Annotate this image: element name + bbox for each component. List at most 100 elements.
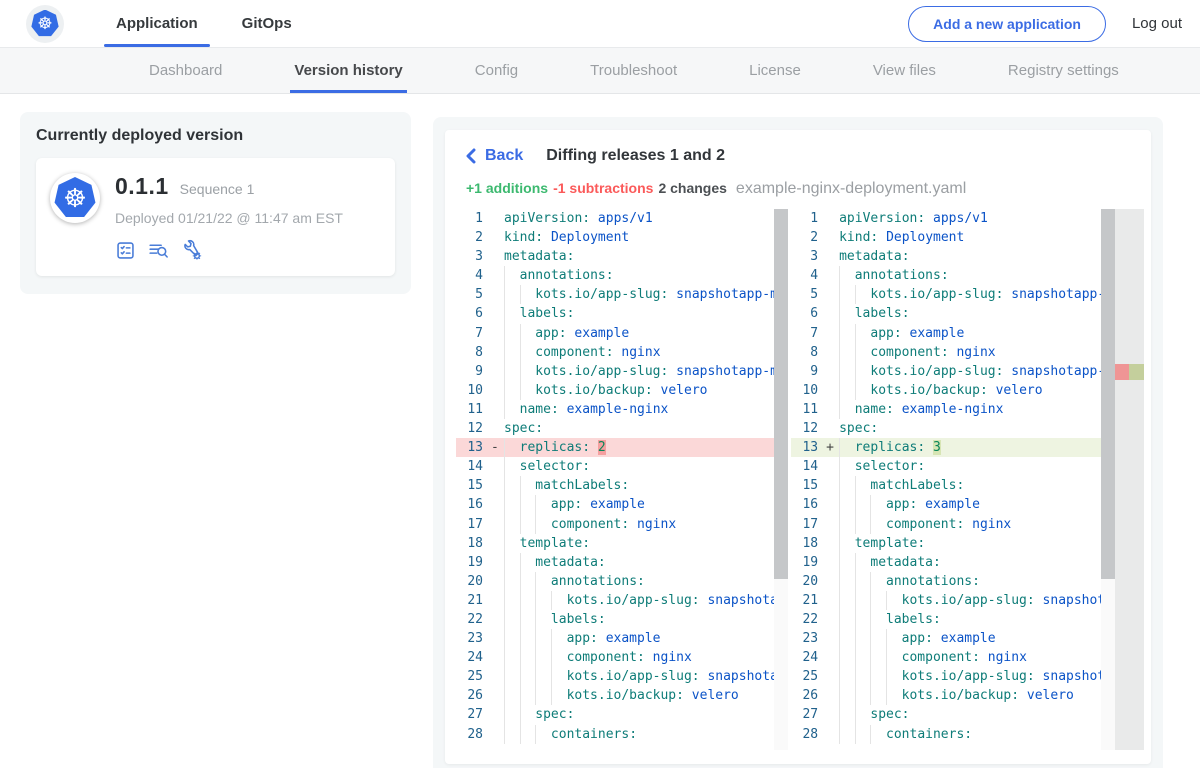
app-icon: ☸ [50,173,100,223]
code-line: 19metadata: [456,553,788,572]
code-line: 6labels: [791,304,1144,323]
code-line: 12spec: [456,419,788,438]
subtractions-count: -1 subtractions [553,180,653,196]
deployed-card-title: Currently deployed version [36,127,395,145]
code-line: 7app: example [456,324,788,343]
code-line: 9kots.io/app-slug: snapshotapp-mu [456,362,788,381]
code-line: 17component: nginx [456,515,788,534]
code-line: 19metadata: [791,553,1144,572]
back-button[interactable]: Back [466,147,523,165]
code-line: 22labels: [456,610,788,629]
code-line: 23app: example [791,629,1144,648]
scrollbar-thumb[interactable] [1101,209,1115,579]
code-line: 4annotations: [456,266,788,285]
code-line: 7app: example [791,324,1144,343]
code-line: 20annotations: [456,572,788,591]
subnav-item-version-history[interactable]: Version history [290,48,406,93]
add-application-button[interactable]: Add a new application [908,6,1106,42]
code-line: 22labels: [791,610,1144,629]
code-line: 4annotations: [791,266,1144,285]
code-line: 3metadata: [791,247,1144,266]
kubernetes-logo: ☸ [26,5,64,43]
code-line: 17component: nginx [791,515,1144,534]
logout-link[interactable]: Log out [1132,15,1182,32]
code-line: 11name: example-nginx [791,400,1144,419]
diff-overview-ruler [1115,209,1144,750]
tab-application[interactable]: Application [94,0,220,47]
subnav-item-config[interactable]: Config [471,48,522,93]
subnav-item-view-files[interactable]: View files [869,48,940,93]
code-line: 21kots.io/app-slug: snapshotap [456,591,788,610]
code-line: 10kots.io/backup: velero [791,381,1144,400]
code-line: 9kots.io/app-slug: snapshotapp-mu [791,362,1144,381]
code-line: 15matchLabels: [456,476,788,495]
subnav-item-troubleshoot[interactable]: Troubleshoot [586,48,681,93]
subnav-item-registry-settings[interactable]: Registry settings [1004,48,1123,93]
tab-gitops[interactable]: GitOps [220,0,314,47]
code-line: 1apiVersion: apps/v1 [456,209,788,228]
code-line: 16app: example [791,495,1144,514]
code-line: 26kots.io/backup: velero [791,686,1144,705]
diff-card: Back Diffing releases 1 and 2 +1 additio… [445,130,1151,764]
edit-config-icon[interactable] [181,239,203,261]
code-line: 27spec: [791,705,1144,724]
kubernetes-wheel-icon: ☸ [37,15,52,32]
subnav-item-license[interactable]: License [745,48,805,93]
code-line: 21kots.io/app-slug: snapshotap [791,591,1144,610]
version-number: 0.1.1 [115,173,169,200]
currently-deployed-card: Currently deployed version ☸ 0.1.1 Seque… [20,112,411,294]
code-line: 14selector: [791,457,1144,476]
code-line: 28containers: [791,725,1144,744]
code-line: 2kind: Deployment [791,228,1144,247]
diff-filename: example-nginx-deployment.yaml [736,180,966,198]
code-line: 25kots.io/app-slug: snapshotap [456,667,788,686]
code-line: 3metadata: [456,247,788,266]
diff-stats: +1 additions -1 subtractions 2 changes e… [466,180,1144,198]
diff-pane-modified[interactable]: 1apiVersion: apps/v12kind: Deployment3me… [791,209,1144,750]
code-line: 24component: nginx [791,648,1144,667]
code-line: 8component: nginx [456,343,788,362]
code-line: 5kots.io/app-slug: snapshotapp-mu [456,285,788,304]
changes-count: 2 changes [658,180,726,196]
code-line: 6labels: [456,304,788,323]
code-line: 15matchLabels: [791,476,1144,495]
code-line: 14selector: [456,457,788,476]
diff-editor: 1apiVersion: apps/v12kind: Deployment3me… [456,209,1144,750]
view-logs-icon[interactable] [147,240,170,261]
deployed-timestamp: Deployed 01/21/22 @ 11:47 am EST [115,210,343,226]
ruler-deletion-marker [1115,364,1129,380]
code-line: 25kots.io/app-slug: snapshotap [791,667,1144,686]
scrollbar-thumb[interactable] [774,209,788,579]
code-line: 13+replicas: 3 [791,438,1144,457]
code-line: 26kots.io/backup: velero [456,686,788,705]
original-code: 1apiVersion: apps/v12kind: Deployment3me… [456,209,788,744]
diff-panel: Back Diffing releases 1 and 2 +1 additio… [433,117,1163,768]
code-line: 2kind: Deployment [456,228,788,247]
code-line: 11name: example-nginx [456,400,788,419]
ruler-addition-marker [1129,364,1144,380]
code-line: 8component: nginx [791,343,1144,362]
main-content: Currently deployed version ☸ 0.1.1 Seque… [0,94,1200,768]
code-line: 28containers: [456,725,788,744]
app-subnav: Dashboard Version history Config Trouble… [0,48,1200,94]
code-line: 18template: [791,534,1144,553]
code-line: 27spec: [456,705,788,724]
code-line: 16app: example [456,495,788,514]
additions-count: +1 additions [466,180,548,196]
deployed-version-tile: ☸ 0.1.1 Sequence 1 Deployed 01/21/22 @ 1… [36,158,395,276]
sequence-label: Sequence 1 [180,181,255,197]
code-line: 10kots.io/backup: velero [456,381,788,400]
code-line: 1apiVersion: apps/v1 [791,209,1144,228]
kubernetes-wheel-icon: ☸ [63,185,86,211]
modified-code: 1apiVersion: apps/v12kind: Deployment3me… [791,209,1144,744]
code-line: 5kots.io/app-slug: snapshotapp-mu [791,285,1144,304]
diff-pane-original[interactable]: 1apiVersion: apps/v12kind: Deployment3me… [456,209,788,750]
diff-title: Diffing releases 1 and 2 [546,147,725,165]
subnav-item-dashboard[interactable]: Dashboard [145,48,226,93]
release-notes-icon[interactable] [115,240,136,261]
code-line: 13-replicas: 2 [456,438,788,457]
code-line: 24component: nginx [456,648,788,667]
chevron-left-icon [466,148,476,164]
top-navbar: ☸ Application GitOps Add a new applicati… [0,0,1200,48]
code-line: 12spec: [791,419,1144,438]
